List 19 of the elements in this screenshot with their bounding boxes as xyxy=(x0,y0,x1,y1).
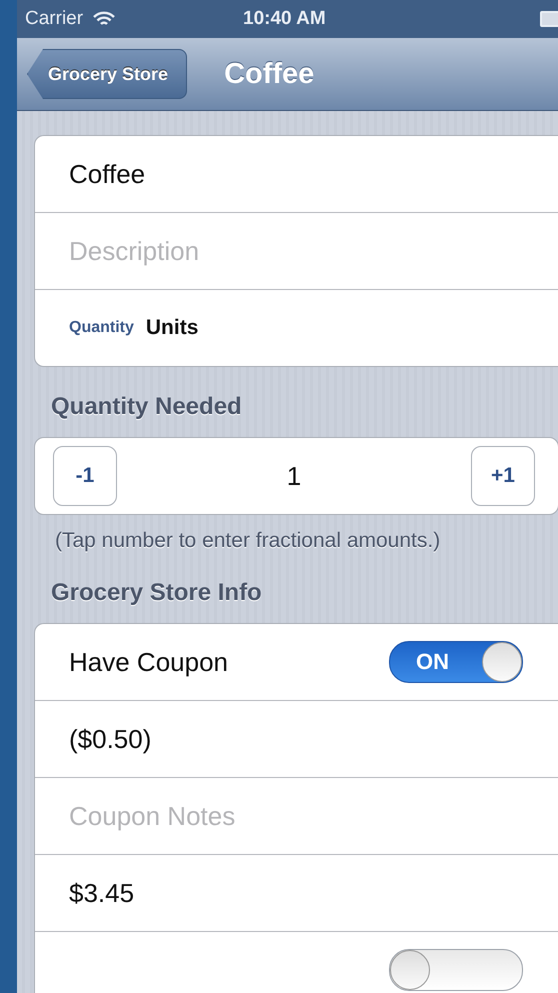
quantity-value[interactable]: 1 xyxy=(286,460,302,492)
wifi-icon xyxy=(93,11,116,27)
field-label: Quantity xyxy=(69,319,134,337)
screen-title: Coffee xyxy=(224,58,314,90)
carrier-label: Carrier xyxy=(25,8,84,30)
toggle-label: Have Coupon xyxy=(69,646,228,678)
section-header: Grocery Store Info xyxy=(50,578,263,608)
back-button[interactable]: Grocery Store xyxy=(27,49,188,99)
increment-button[interactable]: +1 xyxy=(471,446,535,506)
clock-time: 10:40 AM xyxy=(243,8,326,30)
text-field[interactable]: Coffee xyxy=(69,158,146,190)
section-header: Quantity Needed xyxy=(50,392,243,422)
text-field[interactable]: $3.45 xyxy=(69,878,134,908)
hint-text: (Tap number to enter fractional amounts.) xyxy=(54,528,442,553)
toggle-switch[interactable]: ON xyxy=(389,641,523,683)
toggle-switch[interactable] xyxy=(389,949,523,991)
unit-field[interactable]: Units xyxy=(146,316,198,340)
text-field[interactable]: ($0.50) xyxy=(69,724,152,754)
decrement-button[interactable]: -1 xyxy=(53,446,117,506)
